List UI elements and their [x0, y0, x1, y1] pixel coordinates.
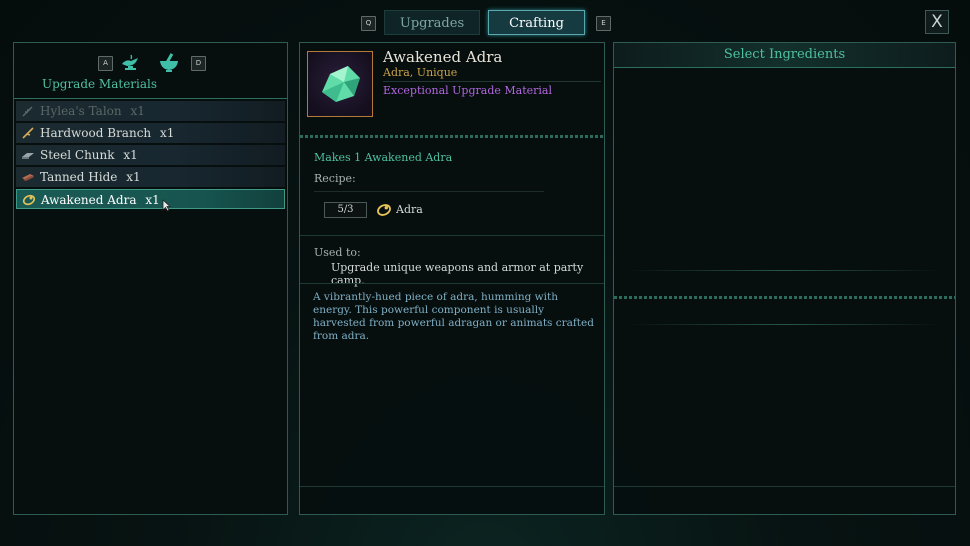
- item-portrait: [307, 51, 373, 117]
- branch-icon: [22, 127, 34, 139]
- divider: [314, 191, 544, 192]
- mortar-icon[interactable]: [157, 50, 181, 74]
- list-item[interactable]: Steel Chunk x1: [16, 145, 285, 165]
- list-item-selected[interactable]: Awakened Adra x1: [16, 189, 285, 209]
- item-name: Hardwood Branch: [40, 126, 152, 140]
- ingredient-count: 5/3: [324, 202, 367, 218]
- divider: [300, 235, 604, 236]
- mouse-cursor-icon: [162, 199, 171, 212]
- item-qty: x1: [159, 126, 175, 140]
- ingredient-name: Adra: [396, 203, 423, 216]
- ingredients-title: Select Ingredients: [723, 47, 846, 62]
- ingot-icon: [22, 153, 34, 159]
- list-item[interactable]: Hardwood Branch x1: [16, 123, 285, 143]
- divider: [14, 98, 287, 99]
- next-tab-key[interactable]: E: [596, 16, 611, 31]
- divider: [300, 283, 604, 284]
- divider: [624, 270, 945, 271]
- footer-divider: [614, 486, 955, 487]
- category-title: Upgrade Materials: [41, 77, 158, 91]
- divider: [624, 324, 945, 325]
- list-item[interactable]: Hylea's Talon x1: [16, 101, 285, 121]
- list-item[interactable]: Tanned Hide x1: [16, 167, 285, 187]
- ingredients-panel: Select Ingredients: [613, 42, 956, 515]
- footer-divider: [300, 486, 604, 487]
- next-category-key[interactable]: D: [191, 56, 206, 71]
- prev-category-key[interactable]: A: [98, 56, 113, 71]
- item-qty: x1: [123, 148, 138, 162]
- item-category: Exceptional Upgrade Material: [383, 84, 552, 97]
- item-name: Awakened Adra: [41, 193, 137, 207]
- used-to-label: Used to:: [314, 246, 361, 259]
- recipe-label: Recipe:: [314, 172, 356, 185]
- item-name: Tanned Hide: [40, 170, 118, 184]
- feather-icon: [22, 106, 33, 117]
- prev-tab-key[interactable]: Q: [361, 16, 376, 31]
- item-qty: x1: [126, 170, 141, 184]
- divider: [614, 67, 955, 68]
- adra-icon: [377, 204, 391, 216]
- adra-icon: [22, 194, 36, 206]
- hide-icon: [22, 174, 34, 181]
- item-name: Hylea's Talon: [40, 104, 122, 118]
- item-title: Awakened Adra: [383, 48, 503, 66]
- lamp-icon[interactable]: [119, 50, 143, 74]
- item-description: A vibrantly-hued piece of adra, humming …: [313, 291, 594, 342]
- tab-crafting[interactable]: Crafting: [488, 10, 585, 35]
- item-qty: x1: [130, 104, 145, 118]
- item-detail-panel: Awakened Adra Adra, Unique Exceptional U…: [299, 42, 605, 515]
- divider: [300, 135, 604, 138]
- item-qty: x1: [145, 193, 160, 207]
- makes-label: Makes 1 Awakened Adra: [314, 151, 453, 164]
- tab-upgrades[interactable]: Upgrades: [384, 10, 480, 35]
- item-name: Steel Chunk: [40, 148, 115, 162]
- divider: [614, 296, 955, 299]
- close-button[interactable]: X: [925, 10, 949, 34]
- item-subtitle: Adra, Unique: [383, 66, 458, 79]
- adra-crystal-icon: [322, 66, 360, 102]
- divider: [383, 81, 601, 82]
- materials-panel: A D Upgrade Materials Hylea's Talon x1 H…: [13, 42, 288, 515]
